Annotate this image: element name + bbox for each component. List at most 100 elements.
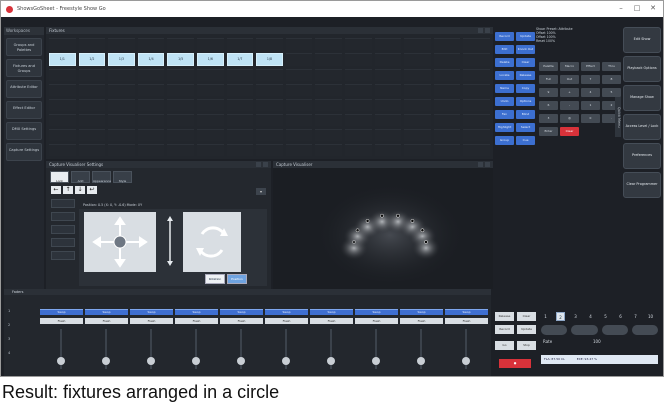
key-palette-button[interactable]: Palette (539, 62, 558, 71)
empty-fixture-slot[interactable] (78, 69, 106, 81)
fixture-tile[interactable]: 1/7 (226, 53, 254, 66)
empty-fixture-slot[interactable] (315, 84, 342, 96)
empty-fixture-slot[interactable] (137, 144, 165, 156)
empty-fixture-slot[interactable] (433, 84, 461, 96)
key-edit-button[interactable]: Edit (495, 45, 514, 54)
sidebar-tab-fixtures-groups[interactable]: Fixtures and Groups (6, 59, 42, 77)
tab-add[interactable]: Add (71, 171, 90, 183)
sidebar-tab-effect-editor[interactable]: Effect Editor (6, 101, 42, 119)
panel-menu-icon[interactable] (256, 162, 261, 167)
empty-fixture-slot[interactable] (315, 38, 342, 50)
empty-fixture-slot[interactable] (226, 69, 254, 81)
key-undo-button[interactable]: Undo (495, 97, 514, 106)
empty-fixture-slot[interactable] (345, 38, 372, 50)
empty-fixture-slot[interactable] (49, 84, 76, 96)
sidebar-tab-attribute-editor[interactable]: Attribute Editor (6, 80, 42, 98)
empty-fixture-slot[interactable] (256, 129, 283, 141)
fixture-point[interactable] (424, 240, 428, 244)
flash-button[interactable]: Flash (265, 318, 308, 324)
key---button[interactable]: @ (560, 114, 579, 123)
key-options-button[interactable]: Options (516, 97, 535, 106)
sidebar-tab-groups-palettes[interactable]: Groups and Palettes (6, 38, 42, 56)
page-button[interactable]: 4 (586, 312, 595, 321)
sidebar-tab-dmx-settings[interactable]: DMX Settings (6, 122, 42, 140)
swop-button[interactable]: Swop (40, 309, 83, 315)
fader-knob[interactable] (57, 357, 65, 365)
empty-fixture-slot[interactable] (433, 99, 461, 111)
key-6-button[interactable]: 6 (539, 101, 558, 110)
empty-fixture-slot[interactable] (404, 84, 431, 96)
fader-knob[interactable] (282, 357, 290, 365)
empty-fixture-slot[interactable] (315, 114, 342, 126)
key-select-button[interactable]: Select (516, 123, 535, 132)
empty-fixture-slot[interactable] (285, 69, 313, 81)
empty-fixture-slot[interactable] (463, 99, 490, 111)
empty-fixture-slot[interactable] (433, 38, 461, 50)
swop-button[interactable]: Swop (220, 309, 263, 315)
empty-fixture-slot[interactable] (285, 99, 313, 111)
fader[interactable] (400, 329, 443, 369)
panel-close-icon[interactable] (263, 162, 268, 167)
empty-fixture-slot[interactable] (226, 38, 254, 50)
close-button[interactable]: ✕ (645, 3, 661, 14)
empty-fixture-slot[interactable] (374, 84, 402, 96)
key-7-button[interactable]: 7 (581, 75, 600, 84)
danger-button[interactable]: ● (499, 359, 531, 368)
release-button[interactable]: Release (495, 312, 514, 321)
dropdown-chevron-icon[interactable]: ▾ (256, 188, 266, 195)
clear-programmer-button[interactable]: Clear Programmer (623, 172, 661, 198)
page-button[interactable]: 5 (601, 312, 610, 321)
key-3-button[interactable]: 3 (539, 114, 558, 123)
key-cue-button[interactable]: Cue (516, 136, 535, 145)
flash-button[interactable]: Flash (130, 318, 173, 324)
flash-button[interactable]: Flash (445, 318, 488, 324)
fader[interactable] (220, 329, 263, 369)
empty-fixture-slot[interactable] (374, 129, 402, 141)
side-list-item[interactable] (51, 251, 75, 260)
key---button[interactable]: + (560, 88, 579, 97)
empty-fixture-slot[interactable] (108, 99, 135, 111)
key-highlight-button[interactable]: Highlight (495, 123, 514, 132)
key-group-button[interactable]: Group (495, 136, 514, 145)
key-5-button[interactable]: 5 (602, 88, 621, 97)
empty-fixture-slot[interactable] (404, 99, 431, 111)
key-name-button[interactable]: Name (495, 84, 514, 93)
fader[interactable] (130, 329, 173, 369)
swop-button[interactable]: Swop (445, 309, 488, 315)
visualiser-viewport[interactable] (275, 170, 491, 286)
empty-fixture-slot[interactable] (404, 38, 431, 50)
empty-fixture-slot[interactable] (197, 129, 224, 141)
go-button[interactable]: Go (495, 341, 514, 350)
empty-fixture-slot[interactable] (315, 69, 342, 81)
swop-button[interactable]: Swop (400, 309, 443, 315)
empty-fixture-slot[interactable] (345, 84, 372, 96)
side-list-item[interactable] (51, 238, 75, 247)
panel-menu-icon[interactable] (478, 28, 483, 33)
fixture-tile[interactable]: 1/6 (197, 53, 224, 66)
key-delete-button[interactable]: Delete (495, 58, 514, 67)
fader-knob[interactable] (327, 357, 335, 365)
encoder-wheel[interactable] (631, 325, 658, 335)
fader-knob[interactable] (147, 357, 155, 365)
empty-fixture-slot[interactable] (285, 38, 313, 50)
fader[interactable] (85, 329, 128, 369)
empty-fixture-slot[interactable] (226, 129, 254, 141)
empty-fixture-slot[interactable] (197, 99, 224, 111)
empty-fixture-slot[interactable] (463, 53, 490, 66)
arrow-up-icon[interactable]: ↑ (63, 186, 73, 194)
arrow-back-icon[interactable]: ↩ (87, 186, 97, 194)
fader[interactable] (445, 329, 488, 369)
empty-fixture-slot[interactable] (433, 144, 461, 156)
key-full-button[interactable]: Full (539, 75, 558, 84)
key-1-button[interactable]: 1 (581, 101, 600, 110)
empty-fixture-slot[interactable] (345, 114, 372, 126)
panel-close-icon[interactable] (485, 28, 490, 33)
empty-fixture-slot[interactable] (137, 114, 165, 126)
empty-fixture-slot[interactable] (226, 84, 254, 96)
position-pad[interactable] (84, 212, 156, 272)
stop-button[interactable]: Stop (517, 341, 536, 350)
empty-fixture-slot[interactable] (256, 84, 283, 96)
empty-fixture-slot[interactable] (108, 144, 135, 156)
empty-fixture-slot[interactable] (78, 84, 106, 96)
empty-fixture-slot[interactable] (463, 129, 490, 141)
